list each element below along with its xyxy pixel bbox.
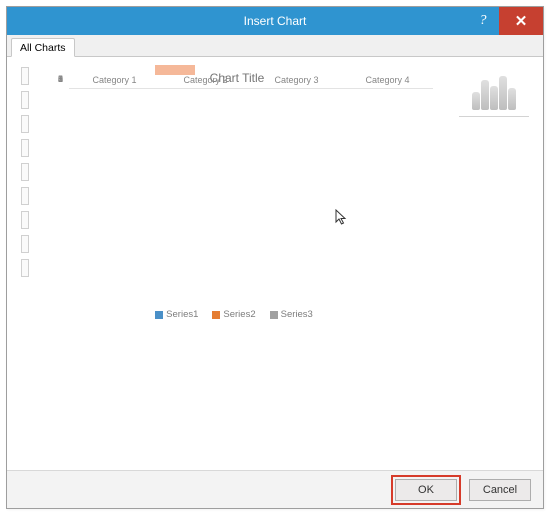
insert-chart-dialog: Insert Chart ? ✕ All Charts [6,6,544,509]
dialog-content: Chart Title 0123456 Category 1Category 2… [7,57,543,470]
cancel-button[interactable]: Cancel [469,479,531,501]
y-tick-label: 6 [47,74,63,84]
ok-button[interactable]: OK [395,479,457,501]
x-tick-label: Category 3 [251,73,342,89]
x-tick-label: Category 1 [69,73,160,89]
help-button[interactable]: ? [467,7,499,35]
legend-item: Series3 [270,309,313,320]
thumb-item[interactable] [21,139,29,157]
thumb-item[interactable] [21,187,29,205]
thumb-item[interactable] [21,235,29,253]
thumb-item[interactable] [21,115,29,133]
cursor-arrow-icon [335,209,349,227]
legend-item: Series2 [212,309,255,320]
x-tick-label: Category 4 [342,73,433,89]
chart-preview[interactable]: Chart Title 0123456 Category 1Category 2… [35,63,529,77]
tab-strip: All Charts [7,35,543,57]
x-axis-labels: Category 1Category 2Category 3Category 4 [69,73,433,89]
close-button[interactable]: ✕ [499,7,543,35]
legend-item: Series1 [155,309,198,320]
window-controls: ? ✕ [467,7,543,35]
ok-button-highlight: OK [391,475,461,505]
chart-preview-row: Chart Title 0123456 Category 1Category 2… [21,63,529,333]
chart-type-thumbnails [21,63,31,277]
legend-label: Series1 [166,309,198,320]
3d-cylinder-icon[interactable] [459,71,529,117]
tab-all-charts[interactable]: All Charts [11,38,75,57]
chart-legend: Series1 Series2 Series3 [35,309,433,320]
thumb-item[interactable] [21,67,29,85]
legend-swatch-icon [270,311,278,319]
thumb-item[interactable] [21,211,29,229]
thumb-item[interactable] [21,259,29,277]
legend-swatch-icon [155,311,163,319]
titlebar: Insert Chart ? ✕ [7,7,543,35]
x-tick-label: Category 2 [160,73,251,89]
legend-label: Series3 [281,309,313,320]
window-title: Insert Chart [244,14,307,28]
thumb-item[interactable] [21,91,29,109]
thumb-item[interactable] [21,163,29,181]
legend-swatch-icon [212,311,220,319]
legend-label: Series2 [223,309,255,320]
dialog-footer: OK Cancel [7,470,543,508]
